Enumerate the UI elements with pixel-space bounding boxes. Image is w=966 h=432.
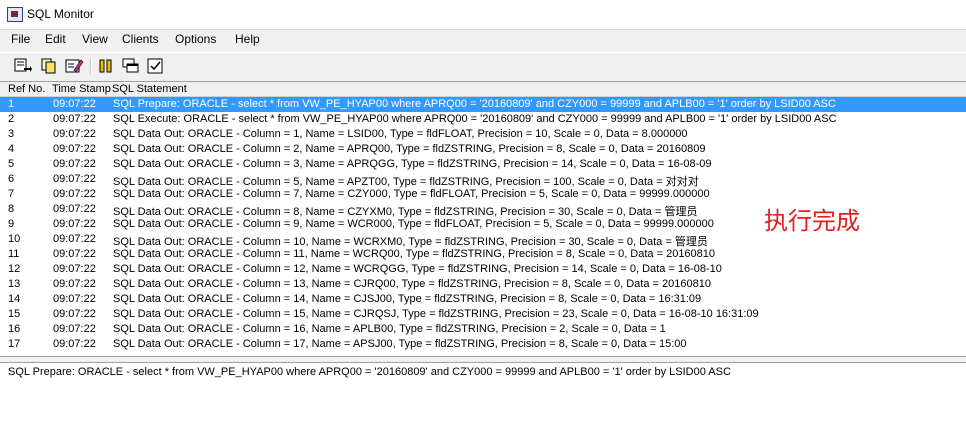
sql-cell: SQL Data Out: ORACLE - Column = 2, Name … — [113, 143, 706, 155]
table-row[interactable]: 12 09:07:22 SQL Data Out: ORACLE - Column … — [0, 262, 966, 277]
completion-annotation: 执行完成 — [764, 207, 860, 235]
table-row[interactable]: 16 09:07:22 SQL Data Out: ORACLE - Column … — [0, 322, 966, 337]
copy-icon[interactable] — [39, 57, 59, 75]
time-cell: 09:07:22 — [53, 98, 96, 110]
time-cell: 09:07:22 — [53, 323, 96, 335]
sql-cell: SQL Data Out: ORACLE - Column = 11, Name… — [113, 248, 716, 260]
time-cell: 09:07:22 — [53, 158, 96, 170]
column-header-sql-statement[interactable]: SQL Statement — [112, 83, 187, 95]
toolbar-separator — [90, 58, 92, 74]
sql-cell: SQL Data Out: ORACLE - Column = 13, Name… — [113, 278, 711, 290]
table-row[interactable]: 3 09:07:22 SQL Data Out: ORACLE - Column =… — [0, 127, 966, 142]
window-title: SQL Monitor — [27, 7, 94, 21]
clients-icon[interactable] — [121, 57, 141, 75]
sql-cell: SQL Data Out: ORACLE - Column = 14, Name… — [113, 293, 702, 305]
ref-cell: 15 — [8, 308, 21, 320]
time-cell: 09:07:22 — [53, 278, 96, 290]
save-log-icon[interactable] — [13, 57, 33, 75]
time-cell: 09:07:22 — [53, 233, 96, 245]
table-row[interactable]: 17 09:07:22 SQL Data Out: ORACLE - Column … — [0, 337, 966, 352]
ref-cell: 2 — [8, 113, 15, 125]
title-bar: SQL Monitor — [0, 0, 966, 30]
sql-cell: SQL Data Out: ORACLE - Column = 3, Name … — [113, 158, 712, 170]
time-cell: 09:07:22 — [53, 173, 96, 185]
ref-cell: 9 — [8, 218, 15, 230]
table-row[interactable]: 11 09:07:22 SQL Data Out: ORACLE - Column … — [0, 247, 966, 262]
sql-cell: SQL Execute: ORACLE - select * from VW_P… — [113, 113, 837, 125]
time-cell: 09:07:22 — [53, 338, 96, 350]
ref-cell: 10 — [8, 233, 21, 245]
ref-cell: 16 — [8, 323, 21, 335]
sql-cell: SQL Prepare: ORACLE - select * from VW_P… — [113, 98, 836, 110]
edit-icon[interactable] — [64, 57, 84, 75]
column-header-ref-no[interactable]: Ref No. — [8, 83, 45, 95]
sql-cell: SQL Data Out: ORACLE - Column = 1, Name … — [113, 128, 688, 140]
table-row[interactable]: 7 09:07:22 SQL Data Out: ORACLE - Column =… — [0, 187, 966, 202]
menu-clients[interactable]: Clients — [121, 32, 160, 46]
column-header-time-stamp[interactable]: Time Stamp — [52, 83, 111, 95]
time-cell: 09:07:22 — [53, 113, 96, 125]
menu-help[interactable]: Help — [234, 32, 261, 46]
sql-cell: SQL Data Out: ORACLE - Column = 17, Name… — [113, 338, 687, 350]
pause-icon[interactable] — [96, 57, 116, 75]
menu-options[interactable]: Options — [174, 32, 217, 46]
time-cell: 09:07:22 — [53, 143, 96, 155]
sql-monitor-app-icon — [7, 7, 23, 22]
menu-file[interactable]: File — [10, 32, 31, 46]
table-row[interactable]: 14 09:07:22 SQL Data Out: ORACLE - Column … — [0, 292, 966, 307]
table-row[interactable]: 15 09:07:22 SQL Data Out: ORACLE - Column … — [0, 307, 966, 322]
ref-cell: 11 — [8, 248, 20, 260]
time-cell: 09:07:22 — [53, 128, 96, 140]
table-row[interactable]: 1 09:07:22 SQL Prepare: ORACLE - select * … — [0, 97, 966, 112]
time-cell: 09:07:22 — [53, 188, 96, 200]
statement-detail-panel[interactable]: SQL Prepare: ORACLE - select * from VW_P… — [0, 362, 966, 432]
ref-cell: 7 — [8, 188, 15, 200]
statement-detail-text: SQL Prepare: ORACLE - select * from VW_P… — [8, 366, 731, 378]
time-cell: 09:07:22 — [53, 263, 96, 275]
ref-cell: 4 — [8, 143, 15, 155]
list-header: Ref No. Time Stamp SQL Statement — [0, 82, 966, 97]
ref-cell: 5 — [8, 158, 15, 170]
time-cell: 09:07:22 — [53, 218, 96, 230]
table-row[interactable]: 6 09:07:22 SQL Data Out: ORACLE - Column =… — [0, 172, 966, 188]
ref-cell: 6 — [8, 173, 15, 185]
menu-edit[interactable]: Edit — [44, 32, 67, 46]
sql-cell: SQL Data Out: ORACLE - Column = 9, Name … — [113, 218, 714, 230]
ref-cell: 3 — [8, 128, 15, 140]
sql-cell: SQL Data Out: ORACLE - Column = 7, Name … — [113, 188, 710, 200]
ref-cell: 14 — [8, 293, 21, 305]
ref-cell: 1 — [8, 98, 15, 110]
menu-view[interactable]: View — [81, 32, 109, 46]
table-row[interactable]: 13 09:07:22 SQL Data Out: ORACLE - Column … — [0, 277, 966, 292]
ref-cell: 8 — [8, 203, 15, 215]
toolbar — [0, 52, 966, 82]
table-row[interactable]: 4 09:07:22 SQL Data Out: ORACLE - Column =… — [0, 142, 966, 157]
sql-cell: SQL Data Out: ORACLE - Column = 15, Name… — [113, 308, 759, 320]
ref-cell: 12 — [8, 263, 21, 275]
ref-cell: 17 — [8, 338, 21, 350]
sql-cell: SQL Data Out: ORACLE - Column = 12, Name… — [113, 263, 722, 275]
menu-bar: File Edit View Clients Options Help — [0, 30, 966, 50]
table-row[interactable]: 5 09:07:22 SQL Data Out: ORACLE - Column =… — [0, 157, 966, 172]
time-cell: 09:07:22 — [53, 293, 96, 305]
time-cell: 09:07:22 — [53, 203, 96, 215]
time-cell: 09:07:22 — [53, 248, 96, 260]
sql-cell: SQL Data Out: ORACLE - Column = 16, Name… — [113, 323, 666, 335]
table-row[interactable]: 2 09:07:22 SQL Execute: ORACLE - select * … — [0, 112, 966, 127]
time-cell: 09:07:22 — [53, 308, 96, 320]
ref-cell: 13 — [8, 278, 21, 290]
options-icon[interactable] — [146, 57, 166, 75]
